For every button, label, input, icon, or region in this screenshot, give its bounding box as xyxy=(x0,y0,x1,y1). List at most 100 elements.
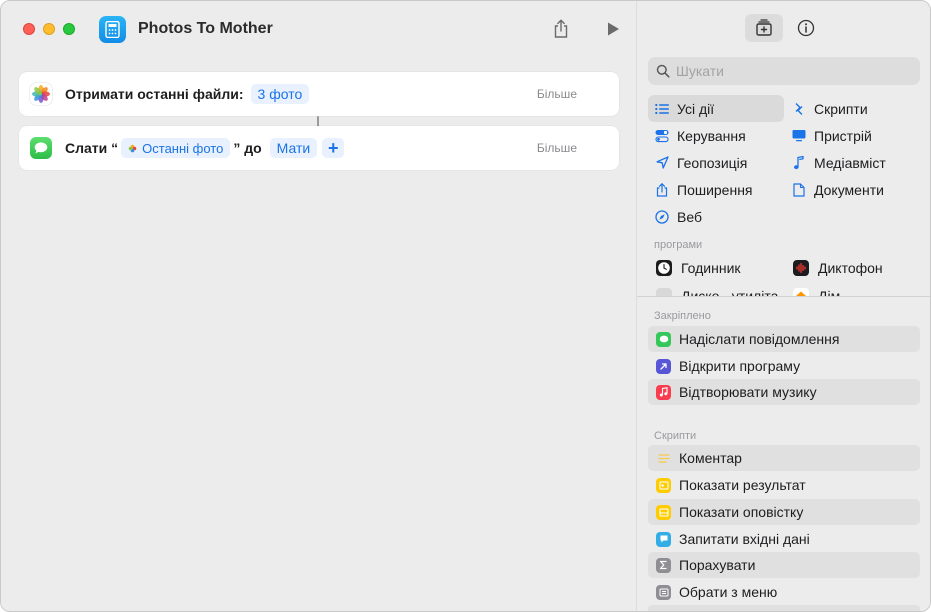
details-button[interactable] xyxy=(787,14,825,42)
pinned-play-music[interactable]: Відтворювати музику xyxy=(648,379,920,405)
music-icon xyxy=(656,384,671,400)
category-all-actions[interactable]: Усі дії xyxy=(648,95,784,122)
add-recipient-button[interactable]: + xyxy=(322,138,345,158)
script-choose-from-menu[interactable]: Обрати з меню xyxy=(648,579,920,605)
latest-photos-variable[interactable]: Останні фото xyxy=(121,138,231,158)
run-button[interactable] xyxy=(602,18,624,40)
category-label: Усі дії xyxy=(677,100,715,117)
messages-app-icon xyxy=(30,137,52,159)
category-documents[interactable]: Документи xyxy=(785,176,921,203)
shortcut-calculator-icon[interactable] xyxy=(99,16,126,43)
action-label-mid: ” до xyxy=(233,140,262,156)
window-controls xyxy=(23,23,75,35)
category-web[interactable]: Веб xyxy=(648,203,784,230)
shortcut-title[interactable]: Photos To Mother xyxy=(138,20,273,38)
close-window-button[interactable] xyxy=(23,23,35,35)
app-label: Дім xyxy=(818,288,841,296)
monitor-icon xyxy=(792,129,806,143)
app-home[interactable]: Дім xyxy=(793,285,840,296)
action-library-button[interactable] xyxy=(745,14,783,42)
variable-label: Останні фото xyxy=(142,140,224,156)
script-show-alert[interactable]: Показати оповістку xyxy=(648,499,920,525)
info-icon xyxy=(797,19,815,37)
action-label: Відкрити програму xyxy=(679,358,801,374)
disk-utility-icon xyxy=(656,288,672,296)
action-label: Відтворювати музику xyxy=(679,384,817,400)
more-button[interactable]: Більше xyxy=(537,72,577,116)
shortcuts-window: Photos To Mother Отримати останні файли:… xyxy=(0,0,931,612)
photos-variable-icon xyxy=(128,144,137,152)
category-label: Документи xyxy=(814,181,884,198)
script-calculate[interactable]: Порахувати xyxy=(648,552,920,578)
location-arrow-icon xyxy=(655,156,669,170)
category-device[interactable]: Пристрій xyxy=(785,122,921,149)
document-icon xyxy=(792,182,806,197)
search-icon xyxy=(656,64,670,78)
category-label: Геопозиція xyxy=(677,154,748,171)
scripts-section-label: Скрипти xyxy=(654,430,697,442)
pinned-section-label: Закріплено xyxy=(654,310,711,322)
category-label: Керування xyxy=(677,127,746,144)
list-icon xyxy=(655,102,669,116)
script-comment[interactable]: Коментар xyxy=(648,445,920,471)
home-app-icon xyxy=(793,288,809,296)
app-voice-memos[interactable]: Диктофон xyxy=(793,257,883,279)
shortcut-editor: Photos To Mother Отримати останні файли:… xyxy=(1,1,636,611)
action-label: Показати оповістку xyxy=(679,504,804,520)
app-label: Диктофон xyxy=(818,260,883,276)
share-button[interactable] xyxy=(550,18,572,40)
sidebar-divider[interactable] xyxy=(637,296,930,297)
action-sentence: Отримати останні файли: 3 фото xyxy=(65,72,310,116)
photos-app-icon xyxy=(30,83,52,105)
pinned-open-app[interactable]: Відкрити програму xyxy=(648,353,920,379)
open-app-icon xyxy=(656,358,671,374)
script-show-result[interactable]: Показати результат xyxy=(648,472,920,498)
recipient-token[interactable]: Мати xyxy=(269,138,318,158)
category-label: Пристрій xyxy=(814,127,872,144)
category-location[interactable]: Геопозиція xyxy=(648,149,784,176)
apps-section-label: програми xyxy=(654,239,703,251)
action-label: Запитати вхідні дані xyxy=(679,531,810,547)
more-button[interactable]: Більше xyxy=(537,126,577,170)
action-label: Порахувати xyxy=(679,557,756,573)
library-add-icon xyxy=(756,19,772,36)
action-get-latest-photos[interactable]: Отримати останні файли: 3 фото Більше xyxy=(19,72,619,116)
category-label: Веб xyxy=(677,208,702,225)
action-label: Отримати останні файли: xyxy=(65,86,244,102)
clock-app-icon xyxy=(656,260,672,276)
comment-lines-icon xyxy=(656,451,671,466)
script-next-row[interactable] xyxy=(648,605,920,611)
apps-list-overflow: Диско - утиліта Дім xyxy=(637,283,930,296)
script-ask-input[interactable]: Запитати вхідні дані xyxy=(648,526,920,552)
app-clock[interactable]: Годинник xyxy=(656,257,741,279)
ask-input-icon xyxy=(656,531,671,547)
show-result-icon xyxy=(656,477,671,493)
play-icon xyxy=(608,22,619,36)
compass-icon xyxy=(655,209,669,224)
share-icon xyxy=(655,182,669,197)
sigma-icon xyxy=(656,557,671,573)
messages-icon xyxy=(656,331,671,347)
search-field[interactable]: Шукати xyxy=(648,57,920,85)
category-scripting[interactable]: Скрипти xyxy=(785,95,921,122)
app-disk-utility[interactable]: Диско - утиліта xyxy=(656,285,778,296)
action-library-sidebar: Шукати Усі дії Скрипти Керування Пристрі… xyxy=(636,1,930,611)
category-sharing[interactable]: Поширення xyxy=(648,176,784,203)
category-label: Поширення xyxy=(677,181,753,198)
action-sentence: Слати “ Останні фото ” до Мати + xyxy=(65,126,345,170)
pinned-send-message[interactable]: Надіслати повідомлення xyxy=(648,326,920,352)
category-label: Медіавміст xyxy=(814,154,886,171)
scripting-icon xyxy=(792,102,806,116)
action-send-message[interactable]: Слати “ Останні фото ” до Мати + Більше xyxy=(19,126,619,170)
app-label: Годинник xyxy=(681,260,741,276)
menu-icon xyxy=(656,584,671,600)
action-label: Коментар xyxy=(679,450,742,466)
minimize-window-button[interactable] xyxy=(43,23,55,35)
toggle-icon xyxy=(655,129,669,143)
action-label: Надіслати повідомлення xyxy=(679,331,840,347)
app-label: Диско - утиліта xyxy=(681,288,779,296)
category-media[interactable]: Медіавміст xyxy=(785,149,921,176)
photo-count-token[interactable]: 3 фото xyxy=(250,84,310,104)
zoom-window-button[interactable] xyxy=(63,23,75,35)
category-controls[interactable]: Керування xyxy=(648,122,784,149)
